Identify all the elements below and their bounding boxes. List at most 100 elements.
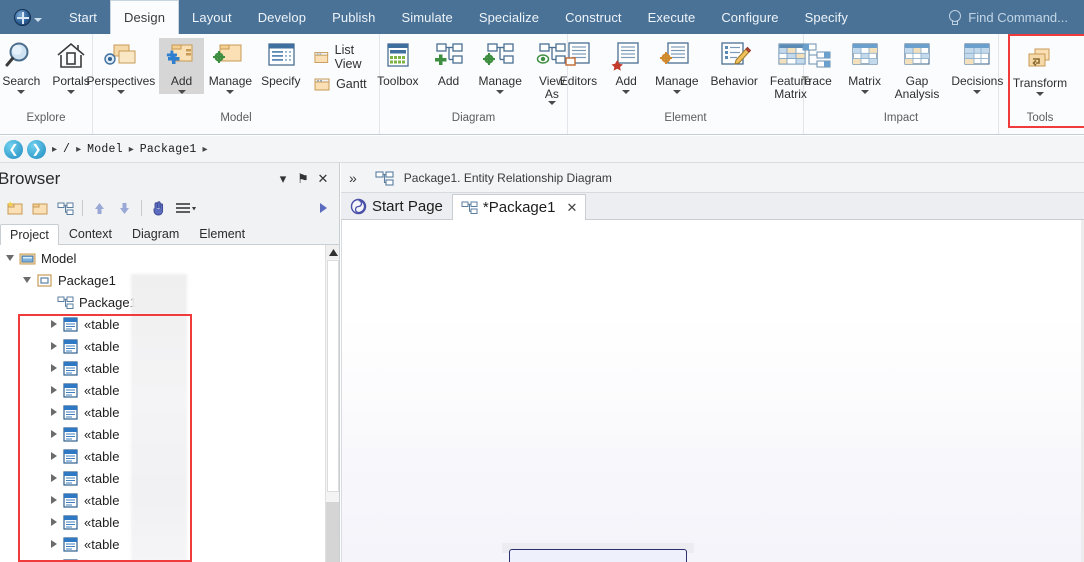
chevron-down-icon[interactable] (860, 90, 869, 94)
tree-item-package1[interactable]: Package1 (0, 269, 325, 291)
model-add-button[interactable]: Add (158, 38, 205, 94)
expander-closed-icon[interactable] (51, 364, 57, 372)
chevron-down-icon[interactable] (622, 90, 631, 94)
browser-tab-context[interactable]: Context (59, 223, 122, 244)
ribbon-tab-layout[interactable]: Layout (179, 0, 245, 34)
transform-button[interactable]: Transform (1007, 38, 1073, 96)
trace-button[interactable]: Trace (793, 38, 841, 88)
browser-tab-diagram[interactable]: Diagram (122, 223, 189, 244)
expander-closed-icon[interactable] (51, 408, 57, 416)
tree-item-table[interactable]: «table (0, 467, 325, 489)
move-down-icon[interactable] (113, 197, 136, 219)
matrix-button[interactable]: Matrix (841, 38, 889, 94)
chevron-down-icon[interactable] (177, 90, 186, 94)
ribbon-tab-develop[interactable]: Develop (245, 0, 319, 34)
diagram-canvas[interactable] (341, 220, 1084, 562)
chevron-down-icon[interactable] (17, 90, 26, 94)
expander-open-icon[interactable] (23, 277, 31, 283)
search-button[interactable]: Search (0, 38, 46, 94)
expander-closed-icon[interactable] (51, 320, 57, 328)
expander-closed-icon[interactable] (51, 342, 57, 350)
expander-closed-icon[interactable] (51, 386, 57, 394)
expander-open-icon[interactable] (6, 255, 14, 261)
scrollbar-track-bottom[interactable] (326, 502, 339, 562)
diagram-add-button[interactable]: Add (425, 38, 473, 88)
tree-item-model[interactable]: Model (0, 247, 325, 269)
ribbon-tab-specify[interactable]: Specify (792, 0, 861, 34)
tree-item-table[interactable]: «table (0, 423, 325, 445)
tab-package1[interactable]: *Package1 ✕ (451, 194, 587, 220)
breadcrumb-model[interactable]: Model (87, 143, 123, 156)
ribbon-tab-design[interactable]: Design (109, 0, 180, 34)
tree-item-table[interactable]: «table (0, 357, 325, 379)
chevron-down-icon[interactable] (496, 90, 505, 94)
hand-pointer-icon[interactable] (147, 197, 170, 219)
tree-item-table[interactable] (0, 555, 325, 562)
gap-analysis-button[interactable]: Gap Analysis (889, 38, 946, 101)
expander-closed-icon[interactable] (51, 518, 57, 526)
chevron-down-icon[interactable] (672, 90, 681, 94)
scrollbar-thumb[interactable] (327, 260, 339, 492)
ribbon-tab-execute[interactable]: Execute (635, 0, 709, 34)
tree-item-table[interactable]: «table (0, 379, 325, 401)
expander-closed-icon[interactable] (51, 496, 57, 504)
diagram-manage-button[interactable]: Manage (473, 38, 528, 94)
new-diagram-icon[interactable] (54, 197, 77, 219)
ribbon-tab-simulate[interactable]: Simulate (388, 0, 465, 34)
expander-closed-icon[interactable] (51, 452, 57, 460)
browser-tab-element[interactable]: Element (189, 223, 255, 244)
expand-right-icon[interactable] (312, 197, 335, 219)
model-manage-button[interactable]: Manage (204, 38, 256, 94)
find-command-box[interactable]: Find Command... (934, 0, 1084, 34)
scroll-up-icon[interactable] (326, 245, 339, 259)
forward-arrow-icon[interactable]: ❯ (27, 139, 46, 159)
breadcrumb-package1[interactable]: Package1 (140, 143, 197, 156)
chevron-down-icon[interactable] (973, 90, 982, 94)
tree-item-package1-diagram[interactable]: Package1 (0, 291, 325, 313)
double-chevron-right-icon[interactable]: » (349, 170, 357, 186)
expander-closed-icon[interactable] (51, 540, 57, 548)
editors-button[interactable]: Editors (554, 38, 603, 88)
chevron-down-icon[interactable] (116, 90, 125, 94)
expander-closed-icon[interactable] (51, 430, 57, 438)
chevron-down-icon[interactable] (67, 90, 76, 94)
ribbon-tab-configure[interactable]: Configure (708, 0, 791, 34)
tree-item-table[interactable]: «table (0, 445, 325, 467)
tree-item-table[interactable]: «table (0, 401, 325, 423)
chevron-down-icon[interactable] (1035, 92, 1044, 96)
chevron-down-icon[interactable] (226, 90, 235, 94)
tree-item-table[interactable]: «table (0, 335, 325, 357)
menu-icon[interactable] (172, 197, 200, 219)
perspectives-button[interactable]: Perspectives (83, 38, 159, 94)
tree-item-table[interactable]: «table (0, 313, 325, 335)
tree-item-table[interactable]: «table (0, 489, 325, 511)
expander-closed-icon[interactable] (51, 474, 57, 482)
behavior-button[interactable]: Behavior (705, 38, 764, 88)
ribbon-tab-specialize[interactable]: Specialize (466, 0, 552, 34)
project-tree[interactable]: Model Package1 Package1 «table «table «t… (0, 245, 339, 562)
dropdown-icon[interactable]: ▾ (273, 169, 293, 189)
model-specify-button[interactable]: Specify (257, 38, 306, 88)
element-manage-button[interactable]: Manage (649, 38, 704, 94)
close-icon[interactable]: ✕ (566, 200, 577, 216)
tree-item-table[interactable]: «table (0, 533, 325, 555)
folder-icon[interactable] (29, 197, 52, 219)
tree-item-table[interactable]: «table (0, 511, 325, 533)
breadcrumb-root[interactable]: / (63, 143, 70, 156)
browser-tab-project[interactable]: Project (0, 224, 59, 245)
new-package-icon[interactable] (4, 197, 27, 219)
element-add-button[interactable]: Add (603, 38, 649, 94)
tree-scrollbar[interactable] (325, 245, 339, 562)
ribbon-tab-start[interactable]: Start (56, 0, 110, 34)
close-icon[interactable]: ✕ (313, 169, 333, 189)
tab-start-page[interactable]: Start Page (341, 193, 452, 219)
app-logo[interactable] (0, 0, 56, 34)
ribbon-tab-publish[interactable]: Publish (319, 0, 388, 34)
chevron-down-icon[interactable] (34, 18, 42, 22)
move-up-icon[interactable] (88, 197, 111, 219)
toolbox-button[interactable]: Toolbox (371, 38, 424, 88)
back-arrow-icon[interactable]: ❮ (4, 139, 23, 159)
pin-icon[interactable]: ⚑ (293, 169, 313, 189)
partial-dialog[interactable] (509, 549, 687, 562)
ribbon-tab-construct[interactable]: Construct (552, 0, 635, 34)
